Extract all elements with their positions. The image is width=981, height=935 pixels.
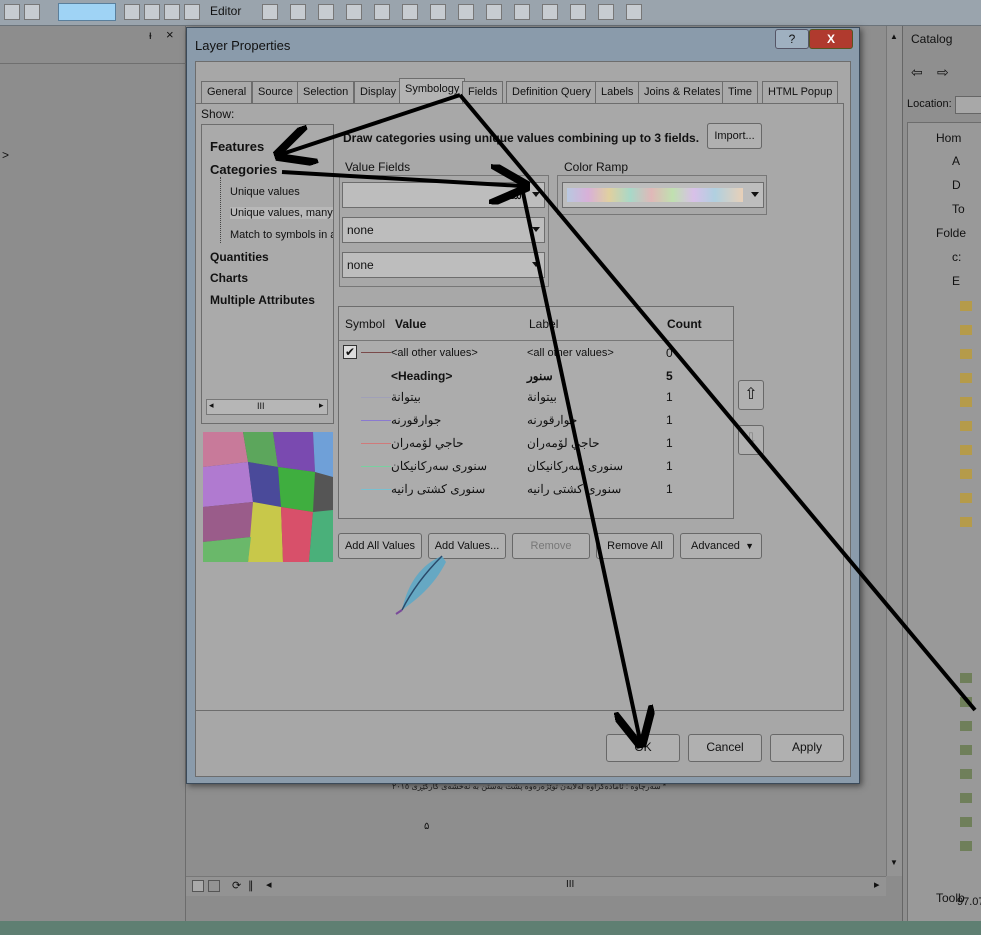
annotation-arrow: [282, 93, 461, 154]
annotation-arrow: [520, 187, 640, 740]
annotation-arrows-overlay: [0, 93, 977, 935]
annotation-arrow: [281, 172, 522, 186]
annotation-line: [458, 93, 977, 712]
